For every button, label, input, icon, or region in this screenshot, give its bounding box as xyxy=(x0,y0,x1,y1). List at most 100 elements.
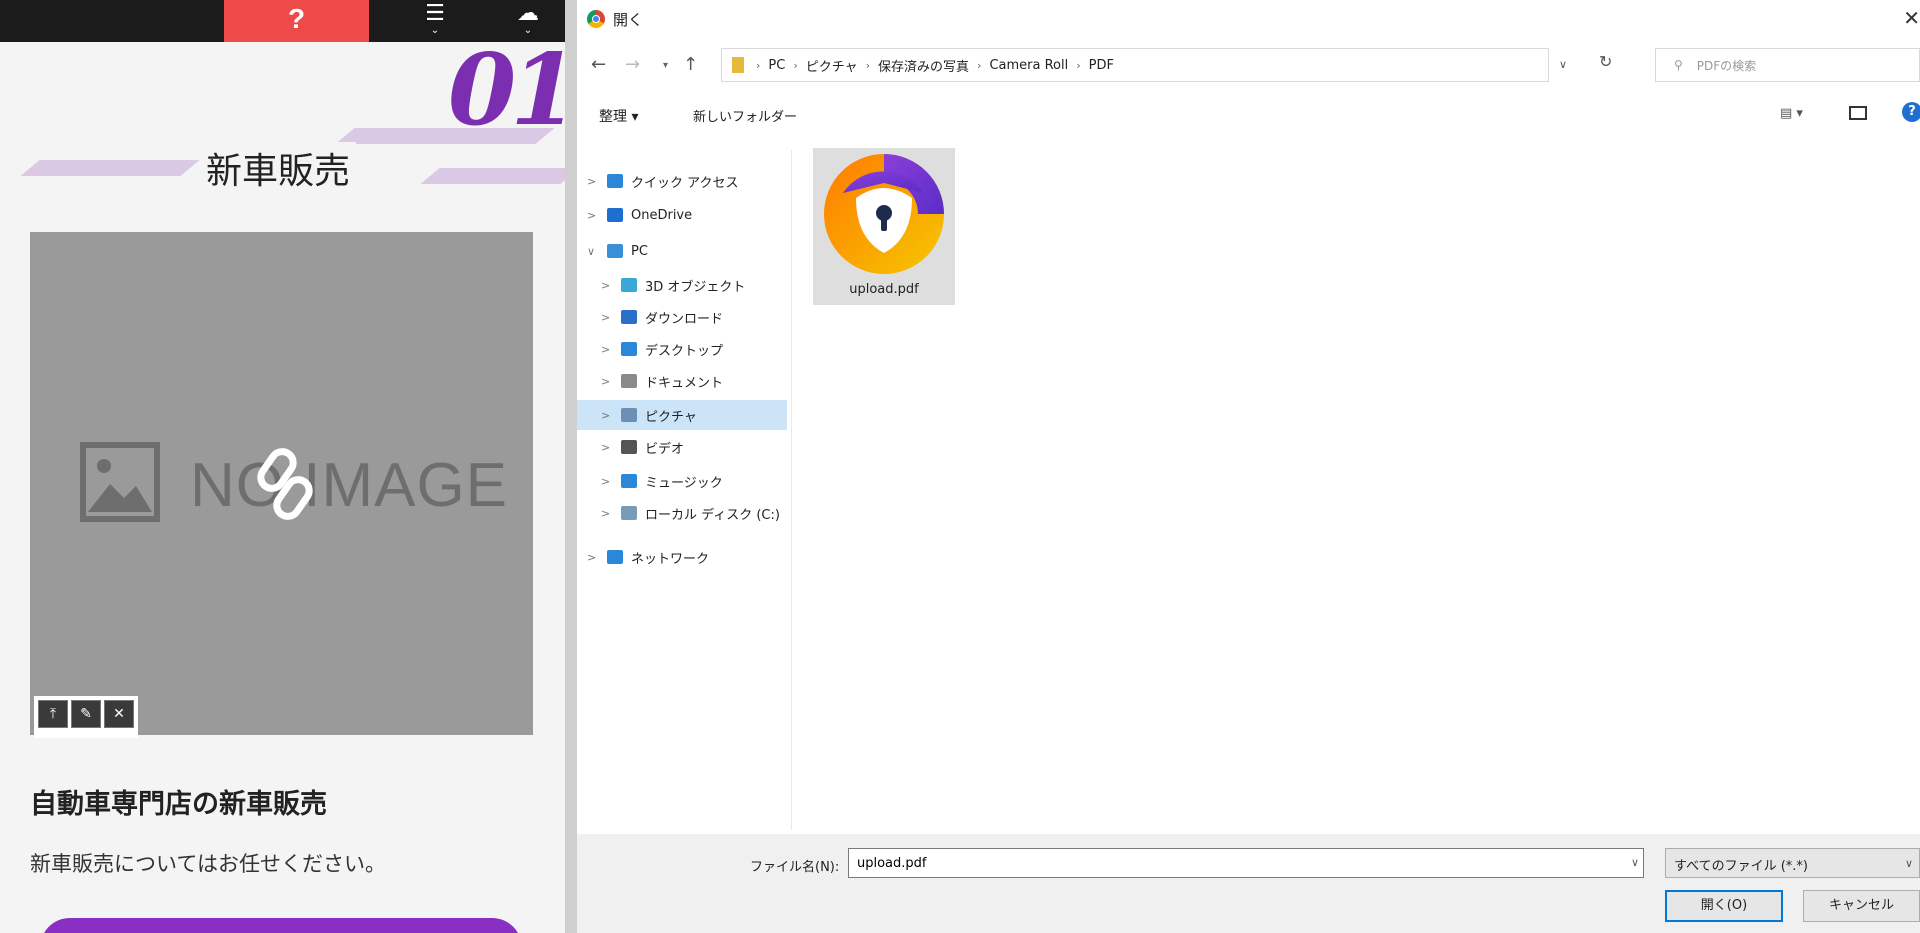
open-button[interactable]: 開く(O) xyxy=(1665,890,1783,922)
breadcrumb-saved-pictures[interactable]: 保存済みの写真 xyxy=(878,56,969,75)
document-icon xyxy=(621,374,637,388)
network-icon xyxy=(607,550,623,564)
dialog-title: 開く xyxy=(613,11,644,29)
new-folder-button[interactable]: 新しいフォルダー xyxy=(693,106,797,125)
breadcrumb-camera-roll[interactable]: Camera Roll xyxy=(989,58,1068,73)
tree-item-label: ミュージック xyxy=(645,475,723,491)
tree-item[interactable]: > ローカル ディスク (C:) xyxy=(577,498,787,528)
upload-icon[interactable]: ⤒ xyxy=(38,700,68,728)
section-number: 01 xyxy=(448,33,565,148)
breadcrumb-separator: › xyxy=(977,58,982,72)
breadcrumb-separator: › xyxy=(756,58,761,72)
filename-input[interactable] xyxy=(848,848,1644,878)
chevron-right-icon[interactable]: > xyxy=(587,175,596,188)
tree-item-label: クイック アクセス xyxy=(631,175,739,191)
tree-item[interactable]: > ドキュメント xyxy=(577,366,787,396)
help-button[interactable]: ? xyxy=(224,0,369,42)
image-icon xyxy=(80,442,160,522)
tree-item[interactable]: > ネットワーク xyxy=(577,542,787,572)
pane-divider xyxy=(791,150,792,830)
download-icon xyxy=(621,310,637,324)
file-open-dialog: 開く ✕ ← → ▾ ↑ › PC › ピクチャ › 保存済みの写真 › Cam… xyxy=(577,0,1920,933)
file-item[interactable]: upload.pdf xyxy=(813,148,955,305)
up-arrow-icon[interactable]: ↑ xyxy=(683,54,698,75)
chevron-right-icon[interactable]: > xyxy=(601,475,610,488)
tree-item-label: ネットワーク xyxy=(631,551,710,567)
tree-item[interactable]: > OneDrive xyxy=(577,200,787,230)
tree-item[interactable]: >3D オブジェクト xyxy=(577,270,787,300)
tree-item[interactable]: > ミュージック xyxy=(577,466,787,496)
tree-item[interactable]: > クイック アクセス xyxy=(577,166,787,196)
filetype-value: すべてのファイル (*.*) xyxy=(1674,859,1808,874)
view-options-icon[interactable]: ▤ ▾ xyxy=(1780,106,1803,121)
filename-label: ファイル名(N): xyxy=(750,860,840,875)
navigation-tree: > クイック アクセス > OneDrive ∨ PC >3D オブジェクト > ダウンロード >… xyxy=(577,150,791,830)
cube-icon xyxy=(621,278,637,292)
dialog-footer: ファイル名(N): ∨ すべてのファイル (*.*) ∨ 開く(O) キャンセル xyxy=(577,834,1920,933)
file-name-label: upload.pdf xyxy=(849,282,919,297)
chevron-right-icon[interactable]: > xyxy=(587,209,596,222)
tree-item-label: ダウンロード xyxy=(645,311,724,327)
search-placeholder: PDFの検索 xyxy=(1696,58,1757,73)
tree-item-label: OneDrive xyxy=(631,207,693,223)
cloud-icon xyxy=(607,208,623,222)
search-input[interactable]: ⚲ PDFの検索 xyxy=(1655,48,1920,82)
chevron-right-icon[interactable]: > xyxy=(601,279,610,292)
breadcrumb-separator: › xyxy=(793,58,798,72)
chevron-right-icon[interactable]: > xyxy=(587,551,596,564)
video-icon xyxy=(621,440,637,454)
chevron-down-icon: ∨ xyxy=(1904,857,1913,870)
address-bar[interactable]: › PC › ピクチャ › 保存済みの写真 › Camera Roll › PD… xyxy=(721,48,1549,82)
star-icon xyxy=(607,174,623,188)
chevron-down-icon[interactable]: ▾ xyxy=(663,60,668,71)
chevron-down-icon[interactable]: ∨ xyxy=(1631,856,1639,869)
chevron-right-icon[interactable]: > xyxy=(601,507,610,520)
refresh-icon[interactable]: ↻ xyxy=(1599,52,1621,80)
tree-item[interactable]: > ビデオ xyxy=(577,432,787,462)
menu-icon: ☰ xyxy=(425,1,445,26)
web-page: ? ☰ ⌄ ☁ ⌄ 01 新車販売 NO IMAGE ⤒ ✎ ✕ 自動車専門店の… xyxy=(0,0,565,933)
breadcrumb-pictures[interactable]: ピクチャ xyxy=(806,56,858,75)
help-icon[interactable]: ? xyxy=(1902,102,1920,122)
pc-icon xyxy=(607,244,623,258)
organize-button[interactable]: 整理 ▾ xyxy=(599,106,638,126)
chevron-right-icon[interactable]: > xyxy=(601,343,610,356)
tree-item-label: ドキュメント xyxy=(645,375,724,391)
tree-item-label: PC xyxy=(631,243,648,259)
chevron-down-icon[interactable]: ∨ xyxy=(1559,58,1567,71)
chevron-right-icon[interactable]: > xyxy=(601,375,610,388)
tree-item-label: ビデオ xyxy=(645,441,685,457)
breadcrumb-separator: › xyxy=(1076,58,1081,72)
tree-item[interactable]: ∨ PC xyxy=(577,236,787,266)
search-icon: ⚲ xyxy=(1674,58,1683,72)
avast-secure-browser-icon xyxy=(824,154,944,274)
breadcrumb-separator: › xyxy=(865,58,871,72)
preview-pane-icon[interactable] xyxy=(1849,106,1867,120)
decorative-stripe xyxy=(20,160,200,176)
breadcrumb-pc[interactable]: PC xyxy=(768,58,785,73)
desktop-icon xyxy=(621,342,637,356)
chevron-right-icon[interactable]: > xyxy=(601,311,610,324)
no-image-placeholder: NO IMAGE ⤒ ✎ ✕ xyxy=(30,232,533,738)
navigation-bar: ← → ▾ ↑ › PC › ピクチャ › 保存済みの写真 › Camera R… xyxy=(577,46,1920,86)
no-image-text: NO IMAGE xyxy=(190,451,509,520)
delete-icon[interactable]: ✕ xyxy=(104,700,134,728)
pictures-icon xyxy=(621,408,637,422)
back-arrow-icon[interactable]: ← xyxy=(591,54,606,75)
chevron-right-icon[interactable]: > xyxy=(601,409,610,422)
close-icon[interactable]: ✕ xyxy=(1903,6,1920,30)
forward-arrow-icon[interactable]: → xyxy=(625,54,640,75)
edit-icon[interactable]: ✎ xyxy=(71,700,101,728)
cancel-button[interactable]: キャンセル xyxy=(1803,890,1920,922)
chevron-right-icon[interactable]: > xyxy=(601,441,610,454)
disk-icon xyxy=(621,506,637,520)
dialog-titlebar: 開く ✕ xyxy=(577,0,1920,40)
tree-item[interactable]: > ピクチャ xyxy=(577,400,787,430)
filetype-select[interactable]: すべてのファイル (*.*) ∨ xyxy=(1665,848,1920,878)
cta-button[interactable] xyxy=(40,918,522,933)
breadcrumb-pdf[interactable]: PDF xyxy=(1089,58,1114,73)
tree-item[interactable]: > ダウンロード xyxy=(577,302,787,332)
tree-item-label: ローカル ディスク (C:) xyxy=(645,507,780,523)
chevron-down-icon[interactable]: ∨ xyxy=(587,245,595,258)
tree-item[interactable]: > デスクトップ xyxy=(577,334,787,364)
